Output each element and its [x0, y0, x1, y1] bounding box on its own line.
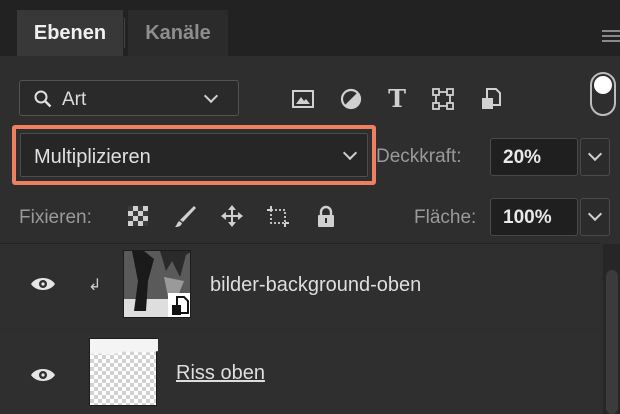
fill-label: Fläche: — [414, 207, 477, 228]
fill-value: 100% — [503, 207, 552, 228]
opacity-input[interactable]: 20% — [490, 138, 578, 176]
panel-tab-bar: Ebenen Kanäle — [0, 0, 620, 56]
chevron-down-icon — [342, 145, 358, 161]
type-filter-icon[interactable]: T — [384, 86, 410, 112]
lock-artboard-icon[interactable] — [266, 204, 290, 228]
opacity-label: Deckkraft: — [376, 146, 462, 167]
adjustment-filter-icon[interactable] — [338, 86, 364, 112]
lock-label: Fixieren: — [19, 207, 92, 228]
blend-mode-select[interactable]: Multiplizieren — [20, 133, 368, 177]
layer-thumbnail[interactable] — [123, 250, 191, 318]
lock-image-pixels-icon[interactable] — [174, 204, 198, 228]
smart-object-filter-icon[interactable] — [478, 86, 504, 112]
layer-name[interactable]: Riss oben — [176, 362, 265, 385]
filter-kind-select[interactable]: Art — [19, 80, 239, 116]
tab-layers[interactable]: Ebenen — [17, 10, 123, 56]
chevron-down-icon — [587, 146, 603, 162]
visibility-eye-icon[interactable] — [30, 366, 56, 384]
lock-position-icon[interactable] — [220, 204, 244, 228]
shape-filter-icon[interactable] — [430, 86, 456, 112]
search-icon — [34, 90, 52, 108]
tab-channels[interactable]: Kanäle — [128, 10, 228, 56]
blend-mode-value: Multiplizieren — [34, 146, 151, 168]
filter-kind-label: Art — [62, 89, 87, 110]
image-filter-icon[interactable] — [290, 86, 316, 112]
fill-input[interactable]: 100% — [490, 198, 578, 236]
smart-object-badge-icon — [168, 293, 190, 317]
clipping-mask-arrow-icon: ↲ — [88, 277, 102, 294]
filter-toggle-switch[interactable] — [590, 72, 616, 116]
layer-thumbnail-image — [90, 339, 158, 355]
lock-transparent-pixels-icon[interactable] — [126, 204, 150, 228]
chevron-down-icon — [203, 88, 219, 104]
visibility-eye-icon[interactable] — [30, 275, 56, 293]
lock-all-icon[interactable] — [314, 204, 338, 228]
fill-slider-button[interactable] — [580, 198, 610, 236]
hamburger-menu-icon[interactable] — [602, 30, 620, 44]
scrollbar-thumb[interactable] — [606, 270, 618, 414]
toggle-knob — [594, 76, 612, 94]
chevron-down-icon — [587, 206, 603, 222]
layer-thumbnail[interactable] — [89, 338, 158, 406]
opacity-value: 20% — [503, 147, 542, 168]
layer-name[interactable]: bilder-background-oben — [210, 274, 421, 297]
tab-divider — [124, 18, 125, 48]
opacity-slider-button[interactable] — [580, 138, 610, 176]
